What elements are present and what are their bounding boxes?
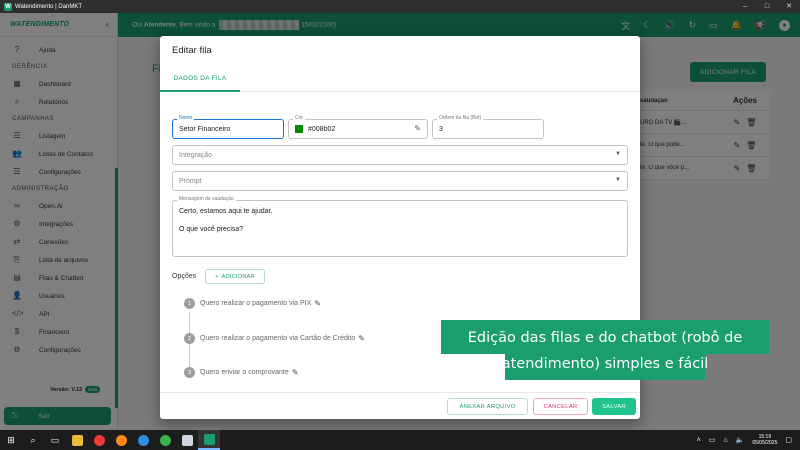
edit-icon[interactable]: ✎ [314, 299, 321, 308]
maximize-button[interactable]: □ [756, 0, 778, 13]
color-label: Cor [293, 115, 306, 121]
message-text: Certo, estamos aqui te ajudar. O que voc… [179, 207, 272, 234]
attach-file-button[interactable]: ANEXAR ARQUIVO [447, 398, 528, 415]
window-titlebar: W Watendimento | DanMKT – □ ✕ [0, 0, 800, 13]
tab-queue-data[interactable]: DADOS DA FILA [160, 66, 240, 92]
step-text: Quero realizar o pagamento via PIX [200, 300, 312, 307]
caret-down-icon: ▼ [615, 151, 621, 157]
name-label: Nome [177, 115, 195, 121]
cancel-button[interactable]: CANCELAR [533, 398, 588, 415]
integration-placeholder: Integração [179, 151, 213, 159]
color-swatch [295, 125, 303, 133]
step-text: Quero enviar o comprovante [200, 369, 289, 376]
order-field[interactable]: Ordem da fila (Bot) 3 [432, 115, 544, 139]
search-icon[interactable]: ⌕ [22, 430, 44, 450]
chevron-up-icon[interactable]: ˄ [697, 437, 701, 444]
message-line: O que você precisa? [179, 226, 244, 233]
message-line: Certo, estamos aqui te ajudar. [179, 208, 273, 215]
minimize-button[interactable]: – [734, 0, 756, 13]
greeting-message-field[interactable]: Mensagem de saudação Certo, estamos aqui… [172, 196, 628, 257]
name-field[interactable]: Nome Setor Financeiro [172, 115, 284, 139]
banner-text: Edição das filas e do chatbot (robô de a… [441, 325, 769, 377]
caret-down-icon: ▼ [615, 177, 621, 183]
file-explorer-icon[interactable] [66, 430, 88, 450]
chrome-icon[interactable] [154, 430, 176, 450]
name-value: Setor Financeiro [179, 125, 231, 133]
prompt-placeholder: Prompt [179, 177, 202, 185]
promo-banner: Edição das filas e do chatbot (robô de a… [441, 320, 769, 380]
dialog-footer-divider [160, 392, 640, 393]
vivaldi-icon[interactable] [88, 430, 110, 450]
prompt-select[interactable]: Prompt ▼ [172, 171, 628, 191]
taskbar: ⊞ ⌕ ▭ ˄ ▭ ⌂ 🔈 15:19 05/05/2025 ▢ [0, 430, 800, 450]
task-view-icon[interactable]: ▭ [44, 430, 66, 450]
firefox-icon[interactable] [110, 430, 132, 450]
eyedropper-icon[interactable]: ✎ [414, 124, 421, 133]
dialog-title: Editar fila [172, 45, 212, 56]
save-button[interactable]: SALVAR [592, 398, 636, 415]
banner-line: atendimento) simples e fácil [501, 356, 709, 372]
close-window-button[interactable]: ✕ [778, 0, 800, 13]
color-field[interactable]: Cor #008b02 ✎ [288, 115, 428, 139]
step-text: Quero realizar o pagamento via Cartão de… [200, 335, 356, 342]
step-number: 1 [184, 298, 195, 309]
app-icon: W [4, 2, 12, 11]
integration-select[interactable]: Integração ▼ [172, 145, 628, 165]
edit-icon[interactable]: ✎ [292, 368, 299, 377]
step-number: 3 [184, 367, 195, 378]
banner-line: Edição das filas e do chatbot (robô de [467, 330, 743, 346]
clock[interactable]: 15:19 05/05/2025 [752, 434, 777, 446]
window-controls: – □ ✕ [734, 0, 800, 13]
order-value: 3 [439, 125, 443, 133]
option-step[interactable]: 1 Quero realizar o pagamento via PIX ✎ [184, 298, 321, 309]
message-label: Mensagem de saudação [177, 196, 236, 202]
edit-icon[interactable]: ✎ [358, 334, 365, 343]
plus-icon: + [215, 273, 219, 280]
watendimento-taskbar-icon[interactable] [198, 430, 220, 450]
app-area: WATENDIMENTO ‹ ? Ajuda GERÊNCIA ▦ Dashbo… [0, 13, 800, 430]
tab-bar: DADOS DA FILA [160, 66, 640, 92]
step-number: 2 [184, 333, 195, 344]
color-value: #008b02 [308, 125, 336, 133]
options-label: Opções [172, 273, 197, 280]
option-step[interactable]: 3 Quero enviar o comprovante ✎ [184, 367, 298, 378]
cortana-icon[interactable] [132, 430, 154, 450]
photos-icon[interactable] [176, 430, 198, 450]
notification-icon[interactable]: ▢ [785, 436, 792, 444]
system-tray: ˄ ▭ ⌂ 🔈 15:19 05/05/2025 ▢ [697, 430, 792, 450]
message-line [179, 216, 272, 225]
battery-icon[interactable]: ▭ [709, 436, 716, 444]
window-title: Watendimento | DanMKT [15, 3, 83, 10]
windows-start-icon[interactable]: ⊞ [0, 430, 22, 450]
network-icon[interactable]: ⌂ [723, 437, 727, 444]
order-label: Ordem da fila (Bot) [437, 115, 484, 121]
add-option-button[interactable]: + ADICIONAR [205, 269, 265, 284]
clock-date: 05/05/2025 [752, 440, 778, 446]
speaker-icon[interactable]: 🔈 [736, 436, 745, 444]
add-option-label: ADICIONAR [221, 273, 255, 280]
option-step[interactable]: 2 Quero realizar o pagamento via Cartão … [184, 333, 365, 344]
